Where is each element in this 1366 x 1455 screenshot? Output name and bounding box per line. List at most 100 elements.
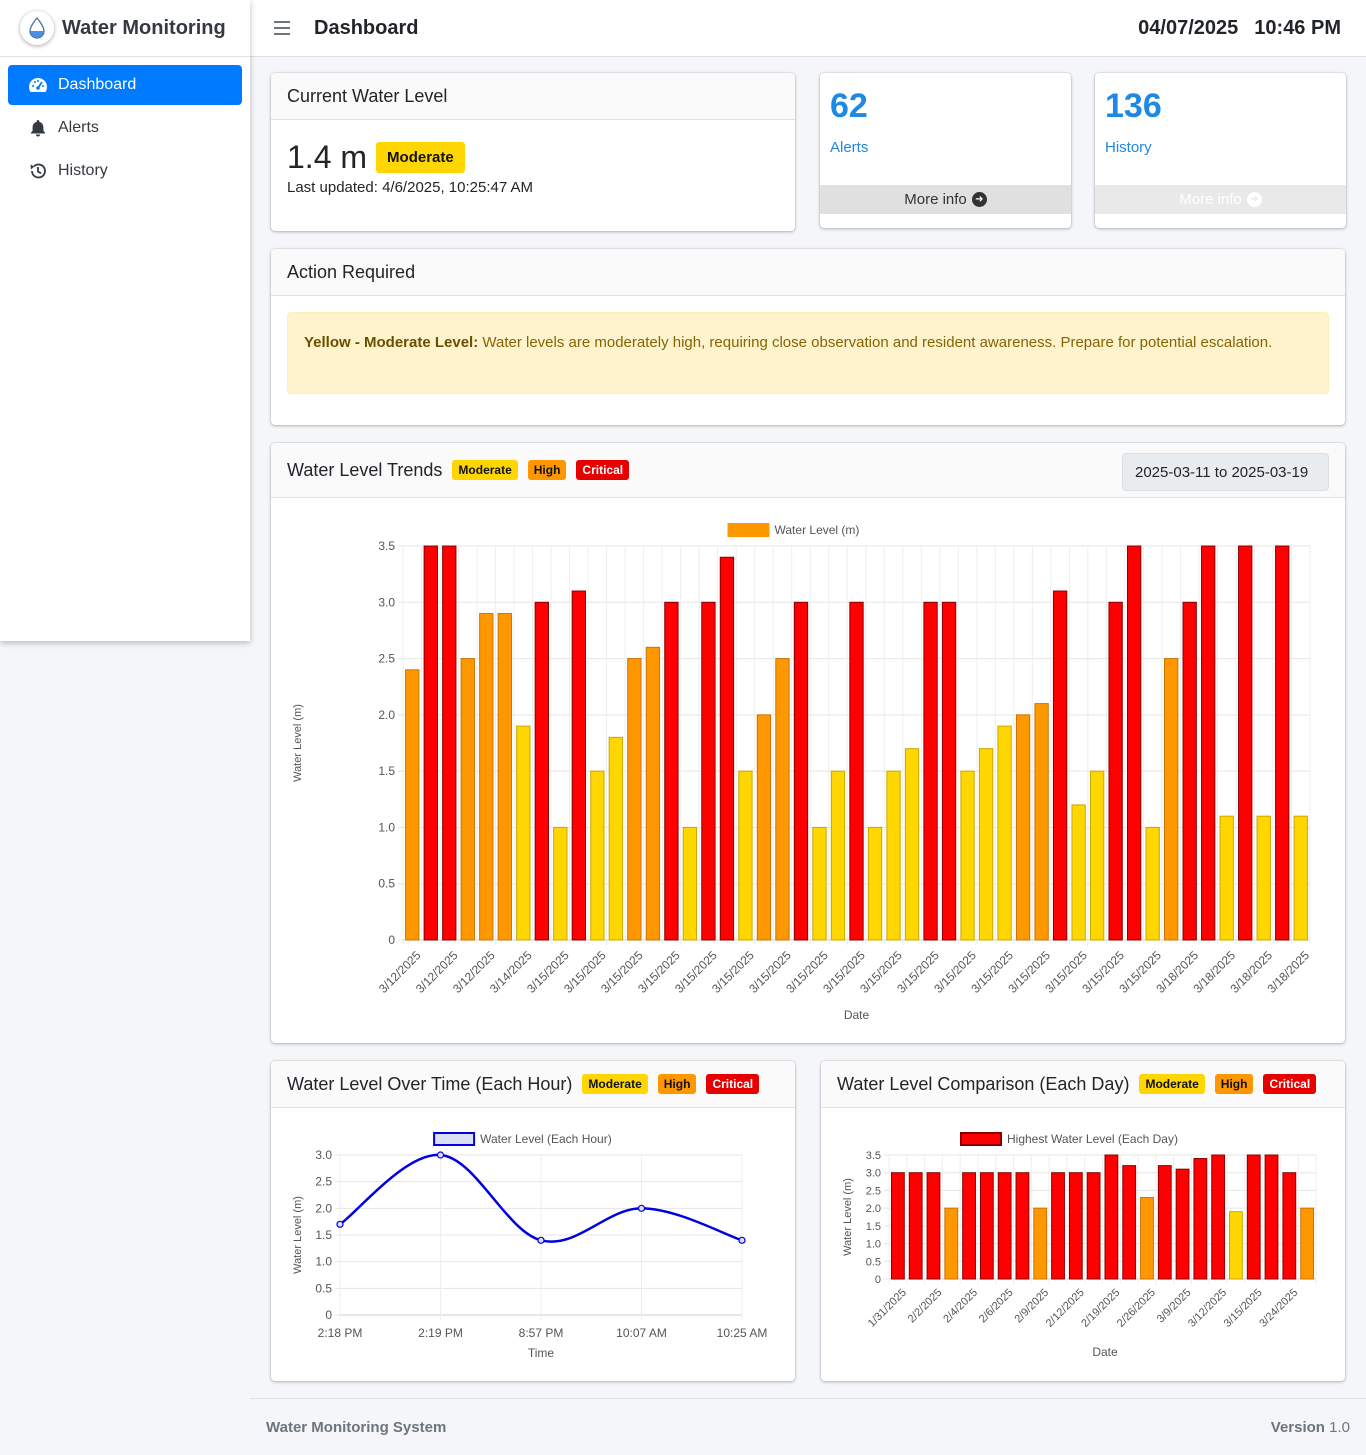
current-level-value: 1.4 m [287, 139, 368, 175]
legend-badge-high: High [527, 460, 567, 480]
hourly-card: Water Level Over Time (Each Hour) Modera… [271, 1061, 795, 1381]
sidebar-item-label: Dashboard [58, 76, 137, 93]
x-tick-label: 8:57 PM [519, 1326, 564, 1340]
version-label: Version [1270, 1418, 1325, 1436]
chart-bar [442, 545, 457, 941]
y-tick-label: 2.0 [315, 1201, 332, 1215]
menu-toggle-icon[interactable] [274, 21, 290, 35]
chart-bar [997, 1172, 1012, 1280]
card-title: Action Required [271, 249, 1345, 296]
legend-badge-critical: Critical [706, 1074, 760, 1094]
brand-name: Water Monitoring [62, 16, 226, 39]
legend-label: Water Level (m) [775, 523, 860, 537]
chart-bar [497, 613, 512, 941]
trends-card: Water Level Trends Moderate High Critica… [271, 443, 1345, 1043]
x-tick-label: 2:19 PM [418, 1326, 463, 1340]
x-axis-title: Date [1092, 1345, 1118, 1359]
action-alert: Yellow - Moderate Level: Water levels ar… [287, 312, 1329, 394]
chart-bar [941, 601, 957, 941]
version-number: 1.0 [1329, 1418, 1350, 1436]
x-tick-label: 3/24/2025 [1257, 1287, 1300, 1330]
chart-bar [979, 1172, 994, 1280]
daily-card: Water Level Comparison (Each Day) Modera… [821, 1061, 1345, 1381]
y-tick-label: 3.0 [866, 1168, 881, 1180]
footer-app-name: Water Monitoring System [266, 1418, 447, 1436]
gauge-icon [28, 75, 48, 95]
sidebar-item-dashboard[interactable]: Dashboard [8, 65, 242, 105]
legend-badge-high: High [1214, 1074, 1254, 1094]
chart-bar [908, 1172, 923, 1280]
brand[interactable]: Water Monitoring [0, 0, 250, 57]
legend-label: Highest Water Level (Each Day) [1007, 1132, 1178, 1146]
chart-bar [405, 669, 420, 941]
chart-bar [479, 613, 494, 941]
water-drop-icon [20, 11, 54, 45]
chart-bar [793, 601, 809, 941]
sidebar-item-label: History [58, 162, 108, 179]
chart-bar [1175, 1168, 1190, 1280]
y-axis-title: Water Level (m) [842, 1178, 854, 1256]
data-point [637, 1204, 646, 1212]
chart-bar [1300, 1207, 1315, 1280]
current-level-card: Current Water Level 1.4 m Moderate Last … [271, 73, 795, 231]
chart-bar [608, 736, 624, 941]
alert-level-label: Yellow - Moderate Level: [304, 334, 479, 351]
sidebar-item-history[interactable]: History [8, 151, 242, 191]
sidebar: Water Monitoring Dashboard Alerts Histor… [0, 0, 250, 641]
x-tick-label: 2:18 PM [318, 1326, 363, 1340]
chart-bar [516, 725, 531, 941]
y-tick-label: 0 [875, 1274, 881, 1286]
y-tick-label: 1.0 [315, 1255, 332, 1269]
footer: Water Monitoring System Version 1.0 [250, 1398, 1366, 1455]
daily-header: Water Level Comparison (Each Day) Modera… [821, 1061, 1345, 1108]
y-tick-label: 1.5 [315, 1228, 332, 1242]
chart-bar [1293, 815, 1308, 941]
alerts-label: Alerts [830, 139, 869, 156]
hourly-line-chart: Water Level (Each Hour) 0 0.5 1.0 1.5 2.0 2.5 3… [292, 1132, 767, 1360]
chart-bar [978, 748, 994, 941]
data-point [436, 1151, 445, 1159]
chart-bar [1104, 1154, 1119, 1280]
y-tick-label: 1.5 [378, 764, 395, 778]
sidebar-item-label: Alerts [58, 119, 99, 136]
date-range-input[interactable]: 2025-03-11 to 2025-03-19 [1122, 453, 1329, 491]
last-updated: Last updated: 4/6/2025, 10:25:47 AM [287, 179, 534, 196]
y-tick-label: 0.5 [378, 877, 395, 891]
chart-bar [534, 601, 549, 941]
top-header: Dashboard 04/07/2025 10:46 PM [250, 0, 1366, 57]
y-tick-label: 3.0 [378, 595, 395, 609]
chart-bar [960, 770, 975, 941]
chart-bar [1246, 1154, 1261, 1280]
y-tick-label: 2.5 [315, 1175, 332, 1189]
daily-bar-chart: Highest Water Level (Each Day) 0 0.5 1.0 1.5… [842, 1132, 1317, 1359]
chart-bar [571, 590, 587, 941]
sidebar-nav: Dashboard Alerts History [0, 57, 250, 202]
y-tick-label: 3.5 [378, 539, 395, 553]
legend-swatch [960, 1132, 1002, 1146]
sidebar-item-alerts[interactable]: Alerts [8, 108, 242, 148]
history-more-info-link[interactable]: More info ➜ [1095, 185, 1346, 214]
chart-bar [1145, 826, 1160, 941]
bell-icon [28, 118, 48, 138]
y-tick-label: 2.0 [866, 1203, 881, 1215]
data-point [336, 1220, 344, 1228]
alerts-count: 62 [830, 87, 868, 125]
legend-badge-high: High [657, 1074, 697, 1094]
arrow-circle-right-icon: ➜ [971, 192, 987, 207]
alerts-more-info-link[interactable]: More info ➜ [820, 185, 1071, 214]
card-title: Current Water Level [271, 73, 795, 120]
x-tick-label: 2/6/2025 [977, 1287, 1016, 1326]
chart-bar [1219, 815, 1234, 941]
y-tick-label: 3.0 [315, 1148, 332, 1162]
chart-bar [1164, 658, 1179, 941]
chart-bar [1071, 804, 1086, 941]
status-badge: Moderate [376, 142, 465, 173]
x-axis-title: Time [528, 1346, 555, 1360]
chart-bar [1108, 601, 1123, 941]
y-tick-label: 0.5 [315, 1281, 332, 1295]
chart-bar [890, 1172, 905, 1280]
legend-label: Water Level (Each Hour) [480, 1132, 612, 1146]
x-tick-label: 2/26/2025 [1115, 1287, 1158, 1330]
chart-bar [423, 545, 438, 941]
chart-bar [904, 748, 920, 941]
